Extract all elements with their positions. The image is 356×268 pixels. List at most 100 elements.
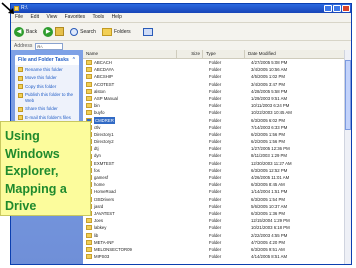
views-icon[interactable] [142,27,153,36]
file-type: Folder [209,167,222,173]
window-title: R:\ [21,5,28,11]
file-row[interactable]: ASP Manual Folder 1/29/2003 9:51 AM [83,95,351,102]
file-row[interactable]: jasrd Folder 5/6/2005 10:37 AM [83,203,351,210]
file-row[interactable]: ctlv Folder 7/14/2003 6:33 PM [83,124,351,131]
file-name: JAVATEST [94,210,115,216]
file-row[interactable]: JAVATEST Folder 6/3/2005 1:36 PM [83,210,351,217]
file-size [180,131,206,138]
menu-tools[interactable]: Tools [92,14,104,20]
folders-button-label[interactable]: Folders [114,29,131,35]
file-row[interactable]: CMDRER Folder 6/3/2005 6:02 PM [83,116,351,124]
file-date: 1/14/2004 1:51 PM [251,189,288,195]
file-row[interactable]: dtj Folder 1/27/2005 12:36 PM [83,145,351,152]
minimize-button[interactable] [324,5,332,12]
file-row[interactable]: EXMTEST Folder 12/30/2003 11:27 AM [83,160,351,167]
task-item[interactable]: Move this folder [15,74,79,83]
menu-view[interactable]: View [46,14,57,20]
file-name: lib [94,232,99,238]
file-size [180,246,206,253]
file-size [180,224,206,231]
file-row[interactable]: alston Folder 4/28/2005 5:58 PM [83,88,351,95]
collapse-icon[interactable]: ⌃ [72,57,76,63]
file-type: Folder [209,182,222,188]
file-name: home [94,182,105,188]
file-row[interactable]: Joes Folder 12/15/2004 1:29 PM [83,217,351,224]
file-name: EXMTEST [94,160,115,166]
file-name: MIPS03 [94,254,110,260]
scroll-thumb[interactable] [345,60,351,130]
file-row[interactable]: HomeRoad Folder 1/14/2004 1:51 PM [83,188,351,195]
col-type[interactable]: Type [203,50,245,58]
address-input[interactable]: R:\ [35,42,64,50]
task-label: E-mail this folder's files [25,114,71,120]
search-button-label[interactable]: Search [80,29,96,35]
file-name: HomeRoad [94,189,116,195]
menu-favorites[interactable]: Favorites [65,14,86,20]
vertical-scrollbar[interactable] [344,50,351,264]
col-size[interactable]: Size [177,50,203,58]
caption-line: Drive [5,199,37,213]
search-icon[interactable] [70,27,79,36]
folders-icon[interactable] [101,27,112,36]
file-row[interactable]: bin Folder 10/11/2003 6:24 PM [83,102,351,109]
file-type: Folder [209,203,222,209]
file-row[interactable]: ACOTEST Folder 3/4/2005 3:47 PM [83,81,351,88]
file-name: MELONSECTOR09 [94,246,132,252]
folder-icon [86,239,92,245]
file-row[interactable]: META-INF Folder 4/7/2005 4:20 PM [83,239,351,246]
file-size [180,196,206,203]
file-type: Folder [209,175,222,180]
menu-help[interactable]: Help [112,14,122,20]
file-row[interactable]: ABCSHIP Folder 4/5/2005 1:02 PM [83,73,351,80]
file-row[interactable]: Directory2 Folder 6/2/2005 1:56 PM [83,138,351,145]
file-date: 4/7/2005 4:20 PM [251,239,285,245]
file-type: Folder [209,246,222,252]
file-row[interactable]: gamesf Folder 4/26/2005 11:01 AM [83,174,351,181]
panel-header[interactable]: File and Folder Tasks ⌃ [15,55,79,65]
file-row[interactable]: fos Folder 6/3/2005 12:52 PM [83,167,351,174]
back-button-label[interactable]: Back [26,29,37,35]
task-item[interactable]: Share this folder [15,105,79,114]
file-row[interactable]: Directory1 Folder 6/2/2005 1:56 PM [83,131,351,138]
file-type: Folder [209,81,222,87]
file-row[interactable]: dyn Folder 8/11/2003 1:29 PM [83,152,351,159]
file-date: 5/6/2005 10:37 AM [251,203,288,209]
task-item[interactable]: Rename this folder [15,65,79,74]
col-name[interactable]: Name [83,50,177,58]
file-row[interactable]: buyfo Folder 10/22/2003 10:45 AM [83,109,351,116]
caption-line: Windows [5,146,60,161]
forward-arrow-icon[interactable]: ▶ [43,26,54,37]
task-item[interactable]: Publish this folder to the Web [15,91,79,105]
file-size [180,217,206,224]
folder-icon [86,246,92,252]
back-arrow-icon[interactable]: ◀ [14,26,24,37]
task-label: Move this folder [25,75,57,80]
col-date[interactable]: Date Modified [245,50,351,58]
file-name: Directory2 [94,139,114,145]
file-row[interactable]: labkey Folder 10/21/2003 6:18 PM [83,224,351,231]
maximize-button[interactable] [333,5,341,12]
close-button[interactable] [342,5,350,12]
file-name: I3SDrivers [94,196,115,202]
menu-edit[interactable]: Edit [30,14,39,20]
file-name: ctlv [94,124,101,130]
file-row[interactable]: ABCDAYA Folder 3/4/2005 10:56 AM [83,66,351,73]
file-row[interactable]: I3SDrivers Folder 6/3/2005 1:54 PM [83,196,351,203]
up-folder-icon[interactable] [55,27,65,36]
file-type: Folder [209,74,222,80]
file-folder-tasks-panel: File and Folder Tasks ⌃ Rename this folde… [15,55,79,122]
file-row[interactable]: MELONSECTOR09 Folder 6/3/2005 9:51 AM [83,246,351,253]
file-size [180,124,206,131]
file-row[interactable]: ABCACH Folder 4/27/2005 5:08 PM [83,59,351,66]
file-row[interactable]: home Folder 6/3/2005 8:45 AM [83,181,351,188]
file-type: Folder [209,88,222,94]
file-date: 7/14/2003 6:33 PM [251,124,288,130]
file-name: alston [94,88,106,94]
file-size [180,181,206,188]
file-date: 6/3/2005 6:02 PM [251,117,285,123]
file-row[interactable]: lib Folder 2/22/2003 4:55 PM [83,232,351,239]
task-item[interactable]: Copy this folder [15,82,79,91]
file-size [180,66,206,73]
menu-bar: File Edit View Favorites Tools Help [11,13,351,23]
file-row[interactable]: MIPS03 Folder 4/14/2005 8:51 AM [83,253,351,260]
